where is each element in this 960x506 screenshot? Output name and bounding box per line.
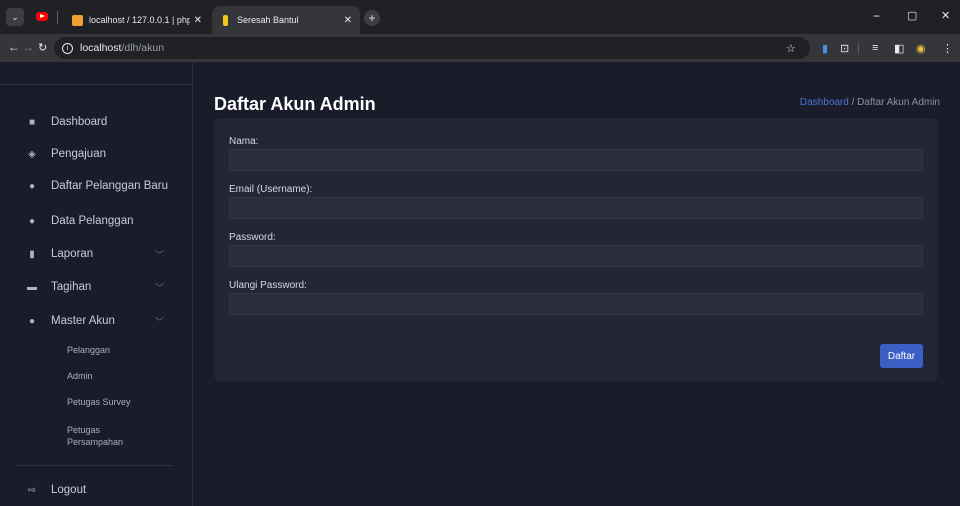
sidebar-item-label: Master Akun: [51, 315, 115, 327]
sidebar-item-label: Dashboard: [51, 116, 108, 128]
phpmyadmin-favicon-icon: [72, 14, 83, 26]
breadcrumb-current: Daftar Akun Admin: [857, 97, 940, 108]
confirm-password-label: Ulangi Password:: [229, 280, 307, 291]
sidebar: ■ Dashboard ◈ Pengajuan ● Daftar Pelangg…: [0, 62, 193, 506]
sidebar-item-label: Logout: [51, 484, 87, 496]
confirm-password-input[interactable]: [229, 293, 923, 315]
tab-separator: [57, 11, 58, 24]
name-input[interactable]: [229, 149, 923, 171]
reading-list-icon[interactable]: ≡: [872, 42, 878, 54]
sidebar-item-label: Pengajuan: [51, 148, 106, 160]
grid-icon: ■: [28, 116, 36, 128]
tab-title: Seresah Bantul: [237, 15, 299, 25]
file-icon: ▮: [29, 248, 35, 260]
back-icon[interactable]: ←: [8, 40, 20, 54]
close-window-icon[interactable]: ✕: [941, 9, 950, 22]
name-label: Nama:: [229, 136, 259, 147]
bookmark-star-icon[interactable]: ☆: [786, 42, 796, 55]
sidebar-item-label: Daftar Pelanggan Baru: [51, 180, 168, 192]
forward-icon[interactable]: →: [22, 40, 34, 54]
password-input[interactable]: [229, 245, 923, 267]
toolbar-separator: |: [857, 42, 860, 54]
breadcrumb-separator: /: [851, 97, 855, 108]
tab-title: localhost / 127.0.0.1 | phpMyAdmin: [89, 15, 190, 25]
side-panel-icon[interactable]: ◧: [894, 42, 904, 55]
sidebar-item-label: Laporan: [51, 248, 94, 260]
sidebar-item-label: Tagihan: [51, 281, 92, 293]
sidebar-divider: [16, 465, 174, 466]
site-info-icon[interactable]: i: [62, 42, 73, 54]
sidebar-subitem-pelanggan[interactable]: Pelanggan: [67, 344, 110, 356]
email-label: Email (Username):: [229, 184, 313, 195]
chevron-down-icon: ﹀: [154, 316, 164, 327]
main-content: Daftar Akun Admin Dashboard / Daftar Aku…: [194, 62, 960, 506]
chevron-down-icon: ﹀: [154, 249, 164, 260]
browser-toolbar: ← → ↻ i localhost/dlh/akun ☆ ▮ ⊡ | ≡ ◧ ◉…: [0, 34, 960, 62]
sidebar-item-label: Data Pelanggan: [51, 215, 134, 227]
sidebar-item-logout[interactable]: ⇨ Logout: [26, 484, 176, 496]
new-tab-icon[interactable]: +: [364, 10, 380, 26]
youtube-icon[interactable]: [36, 12, 48, 21]
sidebar-divider: [0, 84, 193, 85]
url-path: /dlh/akun: [121, 42, 165, 54]
extensions-puzzle-icon[interactable]: ⊡: [840, 42, 849, 55]
sidebar-item-laporan[interactable]: ▮ Laporan ﹀: [26, 248, 176, 260]
sidebar-subitem-admin[interactable]: Admin: [67, 370, 93, 382]
sidebar-item-dashboard[interactable]: ■ Dashboard: [26, 116, 176, 128]
sidebar-item-daftar-pelanggan-baru[interactable]: ● Daftar Pelanggan Baru: [26, 180, 176, 192]
maximize-icon[interactable]: ▢: [907, 9, 917, 22]
close-tab-icon[interactable]: ✕: [344, 15, 352, 26]
tab-search-menu-icon[interactable]: ⌄: [6, 8, 24, 26]
user-icon: ●: [28, 215, 36, 227]
address-bar[interactable]: i localhost/dlh/akun: [54, 37, 810, 59]
breadcrumb: Dashboard / Daftar Akun Admin: [800, 97, 940, 108]
layers-icon: ◈: [28, 148, 36, 160]
password-label: Password:: [229, 232, 276, 243]
profile-avatar-icon[interactable]: ◉: [916, 42, 926, 55]
more-menu-icon[interactable]: ⋮: [942, 42, 953, 55]
sidebar-item-tagihan[interactable]: ▬ Tagihan ﹀: [26, 281, 176, 293]
reload-icon[interactable]: ↻: [38, 41, 47, 54]
email-input[interactable]: [229, 197, 923, 219]
sidebar-item-data-pelanggan[interactable]: ● Data Pelanggan: [26, 215, 176, 227]
sidebar-item-pengajuan[interactable]: ◈ Pengajuan: [26, 148, 176, 160]
extension-icon[interactable]: ▮: [822, 42, 828, 55]
close-tab-icon[interactable]: ✕: [194, 15, 202, 26]
tab-seresah-bantul[interactable]: Seresah Bantul ✕: [212, 6, 360, 34]
sidebar-subitem-petugas-persampahan[interactable]: Petugas Persampahan: [67, 424, 127, 448]
minimize-icon[interactable]: −: [873, 9, 880, 23]
page-title: Daftar Akun Admin: [214, 94, 376, 114]
admin-form-card: Nama: Email (Username): Password: Ulangi…: [214, 118, 938, 381]
chevron-down-icon: ﹀: [154, 282, 164, 293]
url-host: localhost: [80, 42, 122, 54]
users-icon: ●: [28, 315, 36, 327]
daftar-submit-button[interactable]: Daftar: [880, 344, 923, 368]
browser-tabstrip: ⌄ localhost / 127.0.0.1 | phpMyAdmin ✕ S…: [0, 0, 960, 34]
tab-phpmyadmin[interactable]: localhost / 127.0.0.1 | phpMyAdmin ✕: [64, 6, 210, 34]
sidebar-subitem-petugas-survey[interactable]: Petugas Survey: [67, 396, 131, 408]
invoice-icon: ▬: [27, 281, 37, 293]
breadcrumb-dashboard-link[interactable]: Dashboard: [800, 97, 849, 108]
seresah-favicon-icon: [223, 14, 228, 26]
user-plus-icon: ●: [28, 180, 36, 192]
sidebar-item-master-akun[interactable]: ● Master Akun ﹀: [26, 315, 176, 327]
logout-icon: ⇨: [27, 484, 37, 496]
